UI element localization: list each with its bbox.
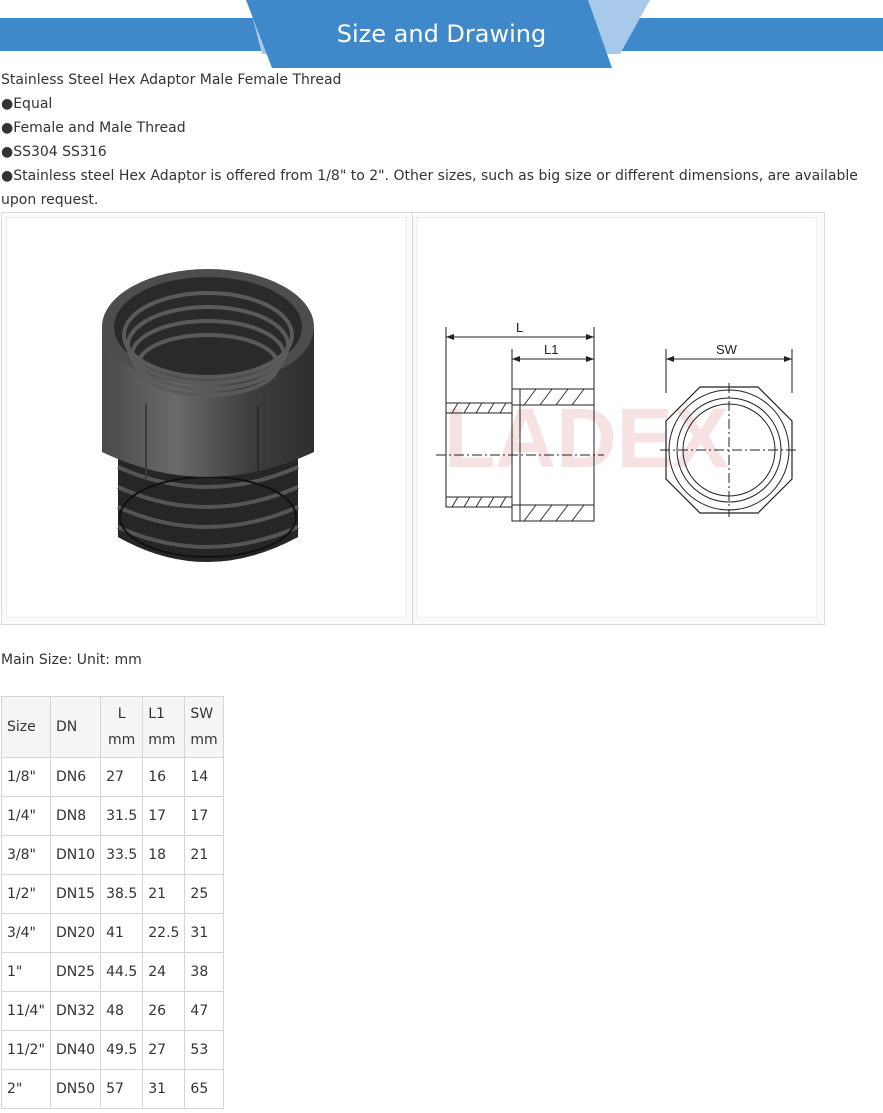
header-l1-label: L1 bbox=[148, 706, 165, 722]
header-l: Lmm bbox=[100, 696, 144, 758]
header-l1: L1 mm bbox=[142, 696, 186, 758]
bullet-thread: ●Female and Male Thread bbox=[1, 120, 186, 136]
banner-title: Size and Drawing bbox=[336, 20, 547, 48]
cell-size: 3/4" bbox=[1, 913, 51, 953]
product-title: Stainless Steel Hex Adaptor Male Female … bbox=[1, 72, 342, 88]
cell-l: 27 bbox=[100, 757, 144, 797]
table-row: 3/4" DN20 41 22.5 31 bbox=[1, 913, 225, 953]
product-photo bbox=[6, 217, 407, 618]
cell-l1: 22.5 bbox=[142, 913, 186, 953]
cell-sw: 53 bbox=[184, 1030, 225, 1070]
image-divider bbox=[412, 213, 413, 624]
label-l: L bbox=[516, 320, 523, 335]
cell-sw: 21 bbox=[184, 835, 225, 875]
cell-dn: DN25 bbox=[49, 952, 102, 992]
table-row: 1/4" DN8 31.5 17 17 bbox=[1, 796, 225, 836]
cell-sw: 38 bbox=[184, 952, 225, 992]
technical-drawing: LADEX L L1 SW bbox=[416, 217, 817, 618]
cell-dn: DN32 bbox=[49, 991, 102, 1031]
cell-l1: 31 bbox=[142, 1069, 186, 1109]
cell-dn: DN8 bbox=[49, 796, 102, 836]
cell-size: 1/4" bbox=[1, 796, 51, 836]
main-size-label: Main Size: Unit: mm bbox=[1, 652, 142, 668]
cell-size: 11/2" bbox=[1, 1030, 51, 1070]
cell-size: 3/8" bbox=[1, 835, 51, 875]
header-dn-label: DN bbox=[56, 719, 78, 735]
cell-l: 33.5 bbox=[100, 835, 144, 875]
cell-sw: 31 bbox=[184, 913, 225, 953]
label-l1: L1 bbox=[544, 342, 558, 357]
table-row: 11/2" DN40 49.5 27 53 bbox=[1, 1030, 225, 1070]
header-l-label: L bbox=[117, 706, 126, 722]
cell-size: 1/8" bbox=[1, 757, 51, 797]
cell-dn: DN6 bbox=[49, 757, 102, 797]
bullet-sizes: ●Stainless steel Hex Adaptor is offered … bbox=[1, 168, 858, 208]
cell-l1: 17 bbox=[142, 796, 186, 836]
cell-l1: 26 bbox=[142, 991, 186, 1031]
product-images: LADEX L L1 SW bbox=[1, 212, 825, 625]
header-l-unit: mm bbox=[108, 732, 136, 748]
table-row: 1" DN25 44.5 24 38 bbox=[1, 952, 225, 992]
cell-sw: 25 bbox=[184, 874, 225, 914]
cell-l: 49.5 bbox=[100, 1030, 144, 1070]
cell-l1: 27 bbox=[142, 1030, 186, 1070]
cell-l: 48 bbox=[100, 991, 144, 1031]
bullet-equal: ●Equal bbox=[1, 96, 53, 112]
cell-l: 41 bbox=[100, 913, 144, 953]
cell-sw: 65 bbox=[184, 1069, 225, 1109]
header-dn: DN bbox=[49, 696, 102, 758]
cell-l1: 21 bbox=[142, 874, 186, 914]
table-row: 1/2" DN15 38.5 21 25 bbox=[1, 874, 225, 914]
cell-dn: DN50 bbox=[49, 1069, 102, 1109]
cell-sw: 14 bbox=[184, 757, 225, 797]
cell-sw: 47 bbox=[184, 991, 225, 1031]
cell-dn: DN15 bbox=[49, 874, 102, 914]
header-size-label: Size bbox=[7, 719, 36, 735]
label-sw: SW bbox=[716, 342, 738, 357]
cell-l: 31.5 bbox=[100, 796, 144, 836]
header-l1-unit: mm bbox=[148, 732, 176, 748]
dimension-drawing: LADEX L L1 SW bbox=[436, 320, 798, 522]
header-sw-label: SW bbox=[190, 706, 214, 722]
header-sw: SW mm bbox=[184, 696, 225, 758]
cell-l: 44.5 bbox=[100, 952, 144, 992]
cell-size: 1" bbox=[1, 952, 51, 992]
cell-l1: 18 bbox=[142, 835, 186, 875]
cell-l1: 24 bbox=[142, 952, 186, 992]
bullet-material: ●SS304 SS316 bbox=[1, 144, 107, 160]
cell-l1: 16 bbox=[142, 757, 186, 797]
cell-dn: DN20 bbox=[49, 913, 102, 953]
product-description: Stainless Steel Hex Adaptor Male Female … bbox=[1, 68, 861, 212]
cell-l: 57 bbox=[100, 1069, 144, 1109]
header-sw-unit: mm bbox=[190, 732, 218, 748]
cell-sw: 17 bbox=[184, 796, 225, 836]
cell-size: 2" bbox=[1, 1069, 51, 1109]
table-row: 3/8" DN10 33.5 18 21 bbox=[1, 835, 225, 875]
table-row: 11/4" DN32 48 26 47 bbox=[1, 991, 225, 1031]
table-row: 1/8" DN6 27 16 14 bbox=[1, 757, 225, 797]
table-header-row: Size DN Lmm L1 mm SW mm bbox=[1, 696, 225, 758]
size-table: Size DN Lmm L1 mm SW mm 1/8" DN6 27 16 14 … bbox=[1, 696, 225, 1109]
cell-size: 1/2" bbox=[1, 874, 51, 914]
cell-dn: DN40 bbox=[49, 1030, 102, 1070]
cell-size: 11/4" bbox=[1, 991, 51, 1031]
table-row: 2" DN50 57 31 65 bbox=[1, 1069, 225, 1109]
header-size: Size bbox=[1, 696, 51, 758]
cell-dn: DN10 bbox=[49, 835, 102, 875]
hex-adaptor-render bbox=[102, 269, 314, 562]
cell-l: 38.5 bbox=[100, 874, 144, 914]
section-banner: Size and Drawing bbox=[0, 0, 883, 70]
